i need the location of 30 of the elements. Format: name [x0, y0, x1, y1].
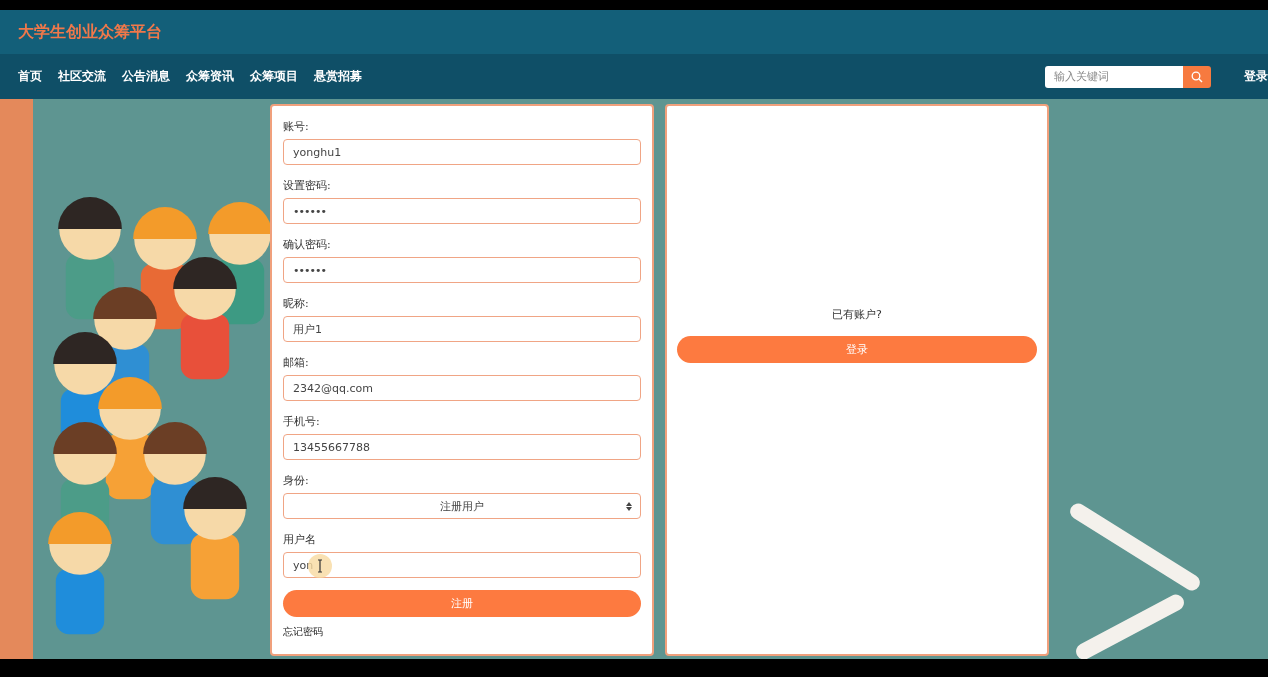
input-field[interactable]: •••••• — [283, 198, 641, 224]
input-field[interactable]: 用户1 — [283, 316, 641, 342]
forgot-password-link[interactable]: 忘记密码 — [283, 625, 641, 639]
nav-link[interactable]: 众筹资讯 — [186, 68, 234, 85]
input-field[interactable]: 2342@qq.com — [283, 375, 641, 401]
nav-link[interactable]: 公告消息 — [122, 68, 170, 85]
field-label: 用户名 — [283, 532, 317, 546]
site-title: 大学生创业众筹平台 — [18, 21, 162, 43]
search-icon — [1191, 70, 1203, 83]
identity-select[interactable]: 注册用户 — [283, 493, 641, 519]
field-label: 设置密码: — [283, 178, 332, 192]
field-label: 邮箱: — [283, 355, 310, 369]
field-label: 昵称: — [283, 296, 310, 310]
field-label: 账号: — [283, 119, 310, 133]
input-field[interactable]: 13455667788 — [283, 434, 641, 460]
field-label: 手机号: — [283, 414, 321, 428]
login-link[interactable]: 登录 — [1244, 68, 1268, 85]
search-button[interactable] — [1183, 65, 1211, 88]
search-field[interactable]: 输入关键词 — [1045, 65, 1183, 88]
input-field[interactable]: •••••• — [283, 257, 641, 283]
updown-icon — [626, 502, 632, 511]
nav-link[interactable]: 首页 — [18, 68, 42, 85]
field-label: 身份: — [283, 473, 310, 487]
login-prompt: 已有账户? — [832, 307, 882, 322]
field-label: 确认密码: — [283, 237, 332, 251]
input-field[interactable]: yonghu1 — [283, 139, 641, 165]
nav-link[interactable]: 社区交流 — [58, 68, 106, 85]
nav-link[interactable]: 众筹项目 — [250, 68, 298, 85]
input-field[interactable]: yon — [283, 552, 641, 578]
nav-link[interactable]: 悬赏招募 — [314, 68, 362, 85]
